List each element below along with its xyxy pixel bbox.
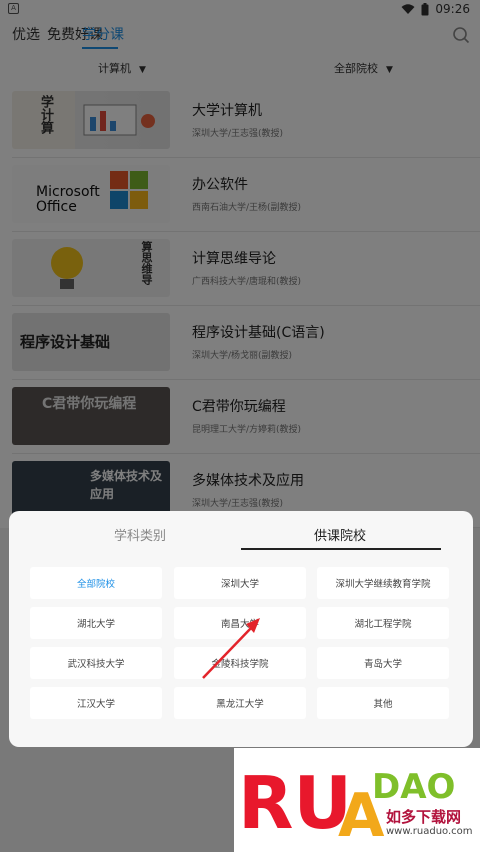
school-option[interactable]: 黑龙江大学	[174, 687, 306, 719]
svg-text:RU: RU	[238, 761, 352, 845]
school-option[interactable]: 江汉大学	[30, 687, 162, 719]
school-option[interactable]: 深圳大学继续教育学院	[317, 567, 449, 599]
sheet-tab-indicator	[241, 548, 441, 550]
school-option[interactable]: 南昌大学	[174, 607, 306, 639]
filter-sheet: 学科类别 供课院校 全部院校 深圳大学 深圳大学继续教育学院 湖北大学 南昌大学…	[9, 511, 473, 747]
school-option[interactable]: 其他	[317, 687, 449, 719]
svg-text:DAO: DAO	[372, 767, 455, 807]
school-option[interactable]: 深圳大学	[174, 567, 306, 599]
school-option[interactable]: 湖北工程学院	[317, 607, 449, 639]
school-option[interactable]: 湖北大学	[30, 607, 162, 639]
school-option[interactable]: 全部院校	[30, 567, 162, 599]
watermark-url: www.ruaduo.com	[386, 826, 473, 837]
watermark-subtitle: 如多下载网	[386, 808, 462, 826]
tab-supplying-school[interactable]: 供课院校	[314, 525, 366, 544]
school-option[interactable]: 武汉科技大学	[30, 647, 162, 679]
school-option[interactable]: 青岛大学	[317, 647, 449, 679]
tab-subject-category[interactable]: 学科类别	[114, 525, 166, 544]
school-option[interactable]: 金陵科技学院	[174, 647, 306, 679]
site-watermark: RU A DAO 如多下载网 www.ruaduo.com	[234, 748, 480, 852]
